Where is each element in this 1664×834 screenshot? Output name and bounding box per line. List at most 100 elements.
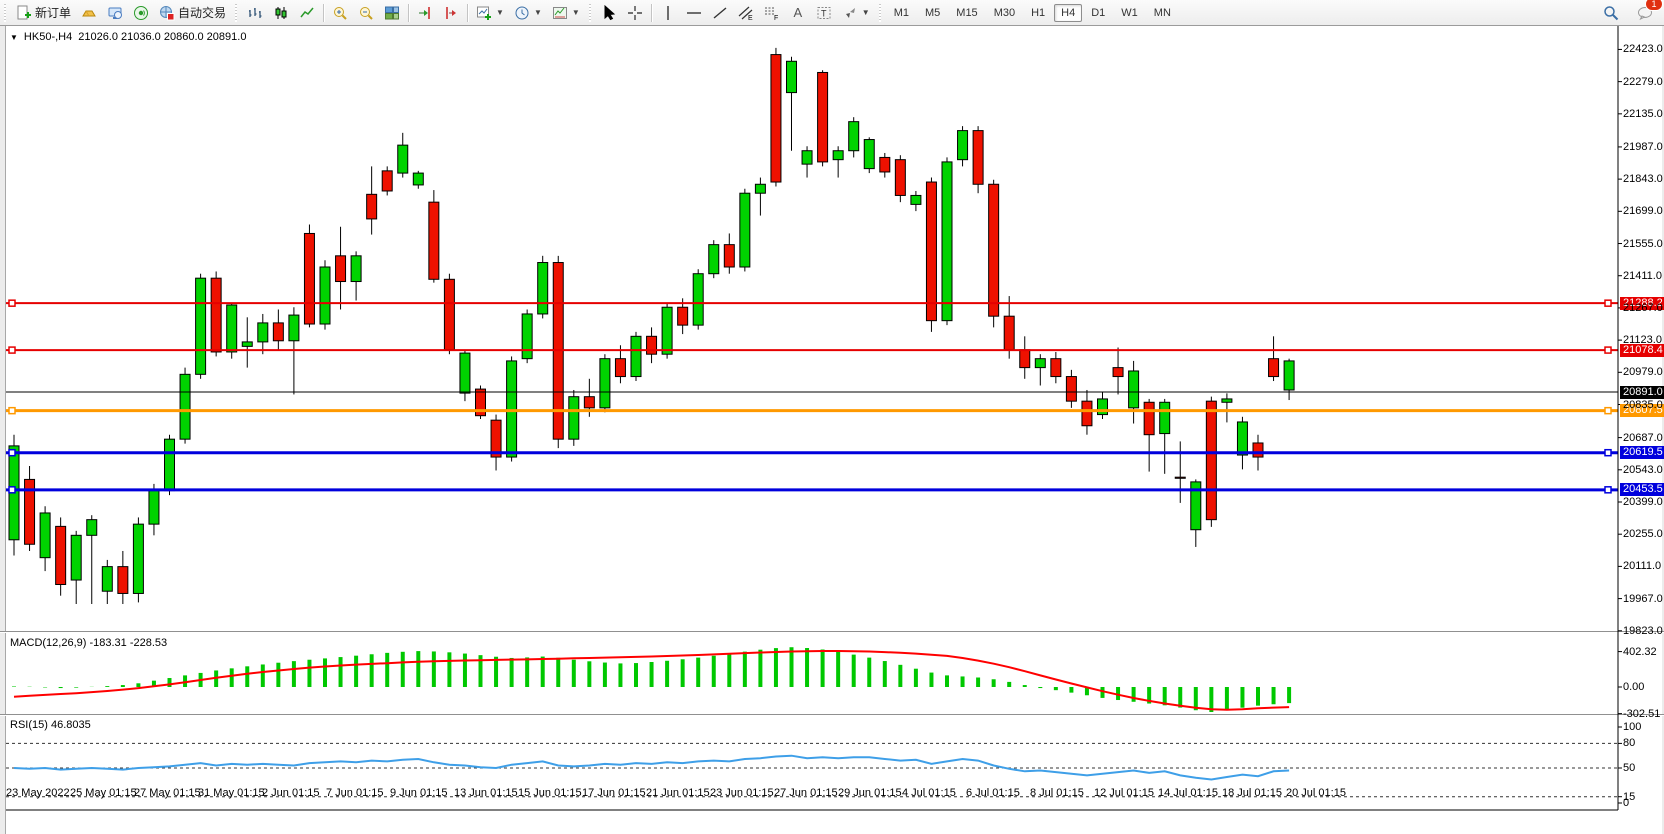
arrows-button[interactable]: ▼: [837, 1, 875, 25]
search-button[interactable]: [1598, 1, 1624, 25]
date-tick-label: 4 Jul 01:15: [902, 787, 956, 799]
crosshair-button[interactable]: [622, 1, 648, 25]
notifications-button[interactable]: 1: [1632, 1, 1658, 25]
price-tick-label: 21843.0: [1623, 173, 1663, 185]
price-line-tag: 20453.5: [1620, 483, 1664, 496]
cursor-icon: [601, 5, 617, 21]
clock-icon: [514, 5, 530, 21]
date-tick-label: 31 May 01:15: [198, 787, 265, 799]
window-left-edge: [0, 26, 6, 834]
price-tick-label: 20543.0: [1623, 464, 1663, 476]
toolbar-grip[interactable]: [877, 4, 884, 22]
fibonacci-button[interactable]: F: [759, 1, 785, 25]
new-order-button[interactable]: 新订单: [11, 1, 76, 25]
price-tick-label: 21699.0: [1623, 205, 1663, 217]
price-line-tag: 20619.5: [1620, 446, 1664, 459]
date-tick-label: 9 Jun 01:15: [390, 787, 448, 799]
toolbar-grip[interactable]: [2, 4, 9, 22]
zoom-out-icon: [358, 5, 374, 21]
equidistant-channel-button[interactable]: E: [733, 1, 759, 25]
macd-tick-label: -302.51: [1623, 708, 1660, 720]
date-tick-label: 17 Jun 01:15: [582, 787, 646, 799]
text-icon: A: [790, 5, 806, 20]
new-order-label: 新订单: [35, 4, 71, 21]
line-chart-button[interactable]: [294, 1, 320, 25]
price-tick-label: 20979.0: [1623, 366, 1663, 378]
symbol-label: HK50-,H4: [24, 31, 72, 43]
vertical-line-icon: [660, 5, 676, 21]
gold-button[interactable]: [76, 1, 102, 25]
rsi-tick-label: 50: [1623, 762, 1635, 774]
rsi-tick-label: 100: [1623, 721, 1641, 733]
svg-text:T: T: [821, 8, 827, 18]
tab-d1[interactable]: D1: [1084, 4, 1112, 22]
tab-m1[interactable]: M1: [887, 4, 916, 22]
trendline-button[interactable]: [707, 1, 733, 25]
date-tick-label: 6 Jul 01:15: [966, 787, 1020, 799]
tab-m5[interactable]: M5: [918, 4, 947, 22]
collapse-icon[interactable]: ▼: [10, 33, 18, 42]
bar-chart-button[interactable]: [242, 1, 268, 25]
toolbar-grip[interactable]: [587, 4, 594, 22]
date-tick-label: 2 Jun 01:15: [262, 787, 320, 799]
line-chart-icon: [299, 5, 315, 21]
auto-trading-button[interactable]: 自动交易: [154, 1, 231, 25]
rsi-label: RSI(15) 46.8035: [10, 719, 91, 731]
price-tick-label: 19823.0: [1623, 625, 1663, 637]
chevron-down-icon: ▼: [572, 8, 580, 17]
text-button[interactable]: A: [785, 1, 811, 25]
svg-text:E: E: [748, 15, 753, 21]
chart-shift-button[interactable]: [438, 1, 464, 25]
text-label-button[interactable]: T: [811, 1, 837, 25]
main-toolbar: 新订单 自动交易: [0, 0, 1664, 26]
vertical-line-button[interactable]: [655, 1, 681, 25]
trendline-icon: [712, 5, 728, 21]
macd-tick-label: 402.32: [1623, 646, 1657, 658]
toolbar-separator: [408, 4, 409, 22]
date-tick-label: 7 Jun 01:15: [326, 787, 384, 799]
periods-button[interactable]: ▼: [509, 1, 547, 25]
tile-windows-button[interactable]: [379, 1, 405, 25]
new-chart-button[interactable]: ▼: [471, 1, 509, 25]
cursor-button[interactable]: [596, 1, 622, 25]
date-tick-label: 27 May 01:15: [134, 787, 201, 799]
date-tick-label: 15 Jun 01:15: [518, 787, 582, 799]
panel-splitter-rsi[interactable]: [0, 714, 1664, 716]
rsi-tick-label: 0: [1623, 797, 1629, 809]
candlestick-chart-button[interactable]: [268, 1, 294, 25]
zoom-out-button[interactable]: [353, 1, 379, 25]
search-icon: [1603, 5, 1619, 21]
symbol-ohlc-bar[interactable]: ▼ HK50-,H4 21026.0 21036.0 20860.0 20891…: [10, 31, 246, 43]
equidistant-channel-icon: E: [738, 5, 754, 21]
virtual-hosting-button[interactable]: [102, 1, 128, 25]
chevron-down-icon: ▼: [496, 8, 504, 17]
horizontal-line-button[interactable]: [681, 1, 707, 25]
tab-m30[interactable]: M30: [987, 4, 1022, 22]
signals-button[interactable]: [128, 1, 154, 25]
tab-h1[interactable]: H1: [1024, 4, 1052, 22]
toolbar-separator: [323, 4, 324, 22]
tab-mn[interactable]: MN: [1147, 4, 1178, 22]
date-tick-label: 8 Jul 01:15: [1030, 787, 1084, 799]
panel-splitter-macd[interactable]: [0, 631, 1664, 633]
auto-scroll-button[interactable]: [412, 1, 438, 25]
date-tick-label: 29 Jun 01:15: [838, 787, 902, 799]
price-line-tag: 20891.0: [1620, 386, 1664, 399]
price-tick-label: 22135.0: [1623, 108, 1663, 120]
date-tick-label: 23 Jun 01:15: [710, 787, 774, 799]
templates-button[interactable]: ▼: [547, 1, 585, 25]
signals-icon: [133, 5, 149, 21]
tab-h4[interactable]: H4: [1054, 4, 1082, 22]
tab-m15[interactable]: M15: [949, 4, 984, 22]
toolbar-grip[interactable]: [233, 4, 240, 22]
new-chart-icon: [476, 5, 492, 21]
zoom-in-button[interactable]: [327, 1, 353, 25]
tile-windows-icon: [384, 5, 400, 21]
text-label-icon: T: [816, 5, 832, 21]
price-tick-label: 20835.0: [1623, 399, 1663, 411]
auto-scroll-icon: [417, 5, 433, 21]
date-tick-label: 14 Jul 01:15: [1158, 787, 1218, 799]
price-tick-label: 22423.0: [1623, 43, 1663, 55]
tab-w1[interactable]: W1: [1114, 4, 1145, 22]
date-tick-label: 23 May 2022: [6, 787, 70, 799]
